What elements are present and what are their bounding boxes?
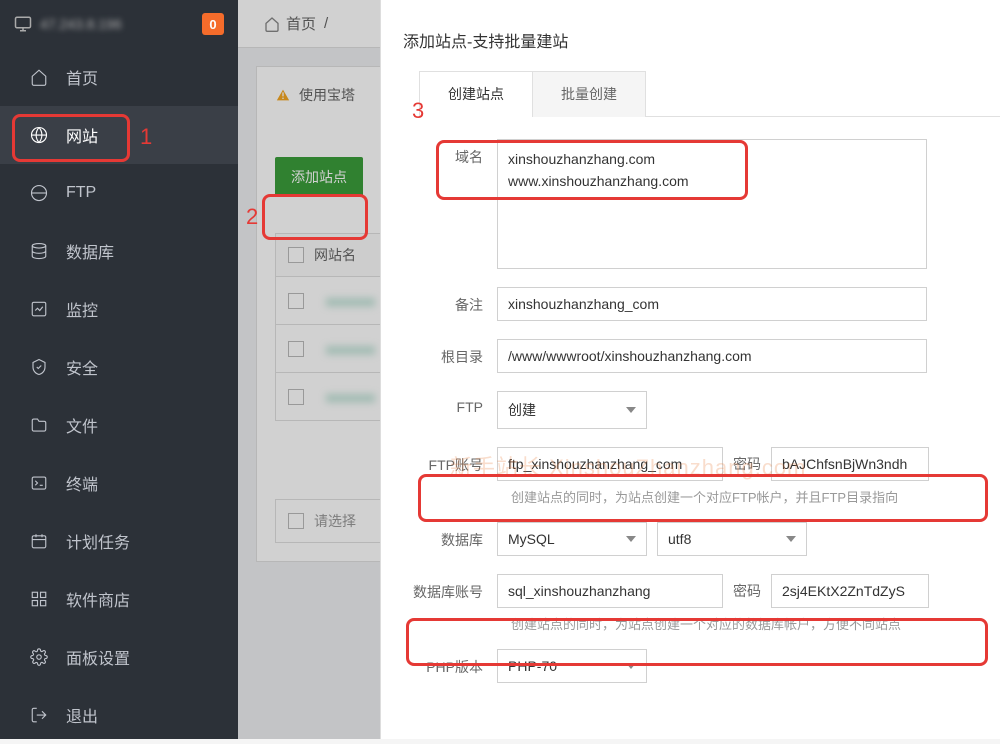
monitor-icon <box>14 15 32 33</box>
sidebar-item-label: 网站 <box>66 123 98 147</box>
db-help-text: 创建站点的同时，为站点创建一个对应的数据库帐户，方便不同站点 <box>511 614 978 633</box>
sidebar-item-label: 监控 <box>66 297 98 321</box>
sidebar-item-logout[interactable]: 退出 <box>0 686 238 744</box>
chevron-down-icon <box>626 663 636 669</box>
sidebar-item-ftp[interactable]: FTP <box>0 164 238 222</box>
label-ftp: FTP <box>403 391 497 415</box>
sidebar-item-security[interactable]: 安全 <box>0 338 238 396</box>
remark-input[interactable] <box>497 287 927 321</box>
chevron-down-icon <box>626 407 636 413</box>
gear-icon <box>28 648 50 666</box>
sidebar-item-label: 首页 <box>66 65 98 89</box>
sidebar-item-database[interactable]: 数据库 <box>0 222 238 280</box>
sidebar-item-label: 计划任务 <box>66 529 130 553</box>
sidebar-item-terminal[interactable]: 终端 <box>0 454 238 512</box>
modal-tabs: 创建站点 批量创建 <box>419 70 1000 117</box>
db-user-input[interactable] <box>497 574 723 608</box>
add-site-form: 域名 备注 根目录 FTP 创建 FTP账号 <box>381 117 1000 683</box>
ftp-help-text: 创建站点的同时，为站点创建一个对应FTP帐户，并且FTP目录指向 <box>511 487 978 506</box>
db-charset-select[interactable]: utf8 <box>657 522 807 556</box>
add-site-modal: 添加站点-支持批量建站 创建站点 批量创建 域名 备注 根目录 FTP <box>380 0 1000 739</box>
label-domain: 域名 <box>403 139 497 167</box>
chart-icon <box>28 300 50 318</box>
db-engine-select[interactable]: MySQL <box>497 522 647 556</box>
sidebar-item-website[interactable]: 网站 <box>0 106 238 164</box>
db-pass-input[interactable] <box>771 574 929 608</box>
annotation-number-1: 1 <box>140 124 152 150</box>
chevron-down-icon <box>626 536 636 542</box>
sidebar: 47.243.8.196 0 首页 网站 FTP 数据库 监控 安全 文件 终端… <box>0 0 238 739</box>
watermark-text: 新手站长 XinshouZhanzhang.com <box>450 450 806 482</box>
ftp-icon <box>28 184 50 202</box>
php-version-select[interactable]: PHP-70 <box>497 649 647 683</box>
modal-title: 添加站点-支持批量建站 <box>381 0 1000 70</box>
notification-badge[interactable]: 0 <box>202 13 224 35</box>
label-db-password: 密码 <box>733 581 761 601</box>
label-database: 数据库 <box>403 522 497 550</box>
logout-icon <box>28 706 50 724</box>
sidebar-item-settings[interactable]: 面板设置 <box>0 628 238 686</box>
sidebar-item-label: 数据库 <box>66 239 114 263</box>
sidebar-item-label: FTP <box>66 184 96 202</box>
globe-icon <box>28 126 50 144</box>
sidebar-item-label: 文件 <box>66 413 98 437</box>
ftp-select[interactable]: 创建 <box>497 391 647 429</box>
server-ip: 47.243.8.196 <box>40 16 122 32</box>
label-rootdir: 根目录 <box>403 339 497 367</box>
sidebar-item-label: 终端 <box>66 471 98 495</box>
shield-icon <box>28 358 50 376</box>
sidebar-item-monitor[interactable]: 监控 <box>0 280 238 338</box>
sidebar-header: 47.243.8.196 0 <box>0 0 238 48</box>
sidebar-item-label: 面板设置 <box>66 645 130 669</box>
rootdir-input[interactable] <box>497 339 927 373</box>
chevron-down-icon <box>786 536 796 542</box>
tab-create[interactable]: 创建站点 <box>419 71 533 117</box>
apps-icon <box>28 590 50 608</box>
label-php: PHP版本 <box>403 649 497 677</box>
sidebar-item-files[interactable]: 文件 <box>0 396 238 454</box>
sidebar-item-label: 软件商店 <box>66 587 130 611</box>
folder-icon <box>28 416 50 434</box>
database-icon <box>28 242 50 260</box>
sidebar-item-label: 退出 <box>66 703 98 727</box>
sidebar-item-home[interactable]: 首页 <box>0 48 238 106</box>
sidebar-item-label: 安全 <box>66 355 98 379</box>
domain-input[interactable] <box>497 139 927 269</box>
terminal-icon <box>28 474 50 492</box>
tab-bulk[interactable]: 批量创建 <box>532 71 646 117</box>
home-icon <box>28 68 50 86</box>
label-remark: 备注 <box>403 287 497 315</box>
sidebar-item-appstore[interactable]: 软件商店 <box>0 570 238 628</box>
annotation-number-2: 2 <box>246 204 258 230</box>
sidebar-item-cron[interactable]: 计划任务 <box>0 512 238 570</box>
calendar-icon <box>28 532 50 550</box>
label-db-account: 数据库账号 <box>403 574 497 602</box>
annotation-number-3: 3 <box>412 98 424 124</box>
